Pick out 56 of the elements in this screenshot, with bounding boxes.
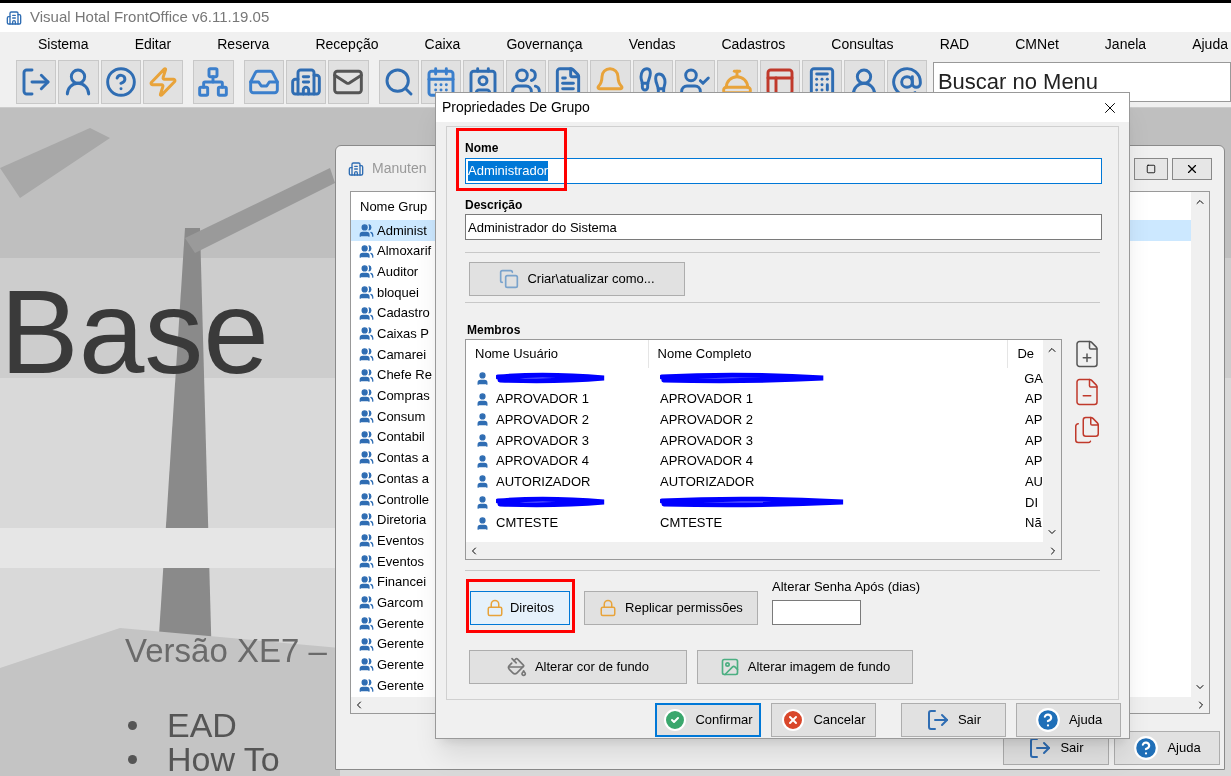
group-name: Contas a: [377, 469, 430, 488]
table-cell-text: APROVADOR 3: [496, 431, 589, 450]
section-label: Membros: [467, 322, 522, 337]
group-name: bloquei: [377, 283, 419, 302]
group-name: Cadastro: [377, 304, 430, 323]
field-label: Alterar Senha Após (dias): [772, 578, 921, 596]
slide-bullet-text: EAD: [167, 708, 237, 742]
table-cell-text: Nã: [1024, 514, 1042, 533]
group-name: Compras: [377, 387, 430, 406]
table-cell-text: AP: [1024, 452, 1043, 471]
group-name: Chefe Re: [377, 366, 432, 385]
table-cell-text: AP: [1024, 410, 1043, 429]
table-cell-text: CMTESTE: [496, 514, 559, 533]
group-name: Gerente: [377, 614, 424, 633]
group-name: Almoxarif: [377, 242, 432, 261]
slide-bullet-text: How To: [167, 742, 280, 776]
window-title: Visual Hotal FrontOffice v6.11.19.05: [30, 7, 270, 28]
group-name: Controlle: [377, 490, 430, 509]
table-cell-text: AU: [1023, 473, 1043, 492]
group-name: Contas a: [377, 449, 430, 468]
field-value: Administrador: [468, 161, 549, 181]
group-name: Financei: [377, 573, 427, 592]
group-name: Auditor: [377, 262, 419, 281]
field-label: Descrição: [465, 197, 524, 212]
field-label: Nome: [465, 140, 500, 155]
table-cell-text: AUTORIZADOR: [496, 473, 591, 492]
group-name: Garcom: [377, 593, 424, 612]
window-title: Manuten: [372, 159, 427, 178]
column-header: Nome Grup: [360, 198, 428, 217]
table-cell-text: CMTESTE: [660, 514, 723, 533]
table-cell-text: APROVADOR 2: [660, 410, 753, 429]
table-cell-text: AP: [1024, 390, 1043, 409]
group-name: Diretoria: [377, 511, 427, 530]
table-cell-text: APROVADOR 1: [660, 390, 753, 409]
dialog-title: Propriedades De Grupo: [442, 98, 590, 117]
table-cell-text: APROVADOR 2: [496, 410, 589, 429]
group-name: Consum: [377, 407, 426, 426]
group-name: Camarei: [377, 345, 427, 364]
table-cell-text: APROVADOR 3: [660, 431, 753, 450]
group-name: Gerente: [377, 635, 424, 654]
slide-subtitle: Versão XE7 –: [125, 634, 327, 667]
group-name: Gerente: [377, 676, 424, 695]
group-name: Administ: [377, 221, 427, 240]
table-cell-text: APROVADOR 1: [496, 390, 589, 409]
group-name: Eventos: [377, 552, 424, 571]
table-cell-text: APROVADOR 4: [496, 452, 589, 471]
group-name: Contabil: [377, 428, 425, 447]
group-name: Gerente: [377, 656, 424, 675]
group-name: Caixas P: [377, 325, 430, 344]
table-cell-text: APROVADOR 4: [660, 452, 753, 471]
group-name: Eventos: [377, 531, 424, 550]
table-cell-text: AUTORIZADOR: [660, 473, 755, 492]
table-cell-text: AP: [1024, 431, 1043, 450]
slide-title: Base: [0, 273, 269, 391]
table-cell-text: DI: [1024, 493, 1038, 512]
table-cell-text: GA: [1023, 369, 1043, 388]
